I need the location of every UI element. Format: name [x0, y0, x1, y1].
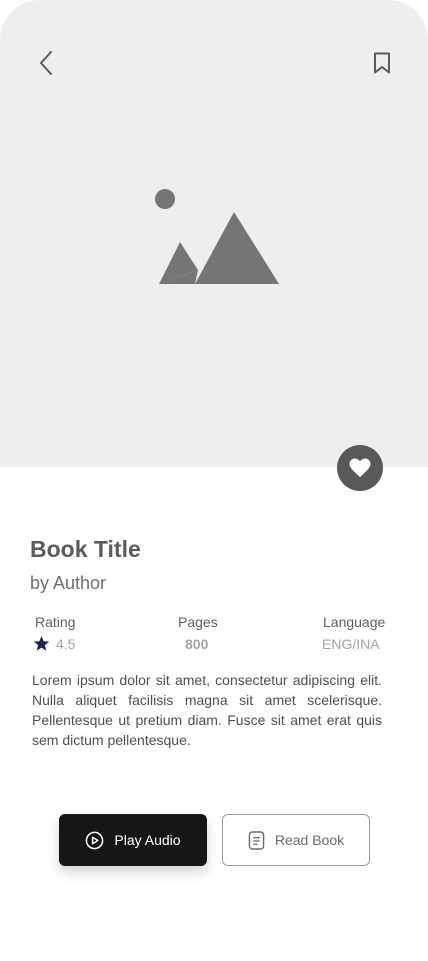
book-author: by Author	[30, 573, 107, 593]
image-placeholder-icon	[155, 189, 279, 284]
document-icon	[248, 830, 265, 850]
language-label: Language	[323, 614, 386, 630]
read-book-label: Read Book	[274, 832, 345, 848]
book-description: Lorem ipsum dolor sit amet, consectetur …	[32, 672, 382, 748]
rating-value: 4.5	[56, 635, 76, 652]
read-book-button[interactable]: Read Book	[222, 814, 370, 866]
pages-value: 800	[185, 636, 209, 652]
rating-value-row: 4.5	[33, 635, 75, 652]
bookmark-button[interactable]	[366, 46, 398, 80]
play-circle-icon	[86, 831, 104, 849]
pages-label: Pages	[178, 614, 218, 630]
book-cover	[0, 0, 428, 467]
play-audio-label: Play Audio	[114, 832, 181, 848]
star-icon	[33, 636, 50, 651]
book-title: Book Title	[30, 536, 141, 562]
bookmark-icon	[374, 52, 390, 74]
heart-icon	[349, 458, 371, 478]
chevron-left-icon	[40, 51, 52, 75]
play-audio-button[interactable]: Play Audio	[59, 814, 207, 866]
back-button[interactable]	[30, 46, 62, 80]
language-value: ENG/INA	[322, 636, 380, 652]
favorite-button[interactable]	[337, 445, 383, 491]
rating-label: Rating	[35, 614, 76, 630]
